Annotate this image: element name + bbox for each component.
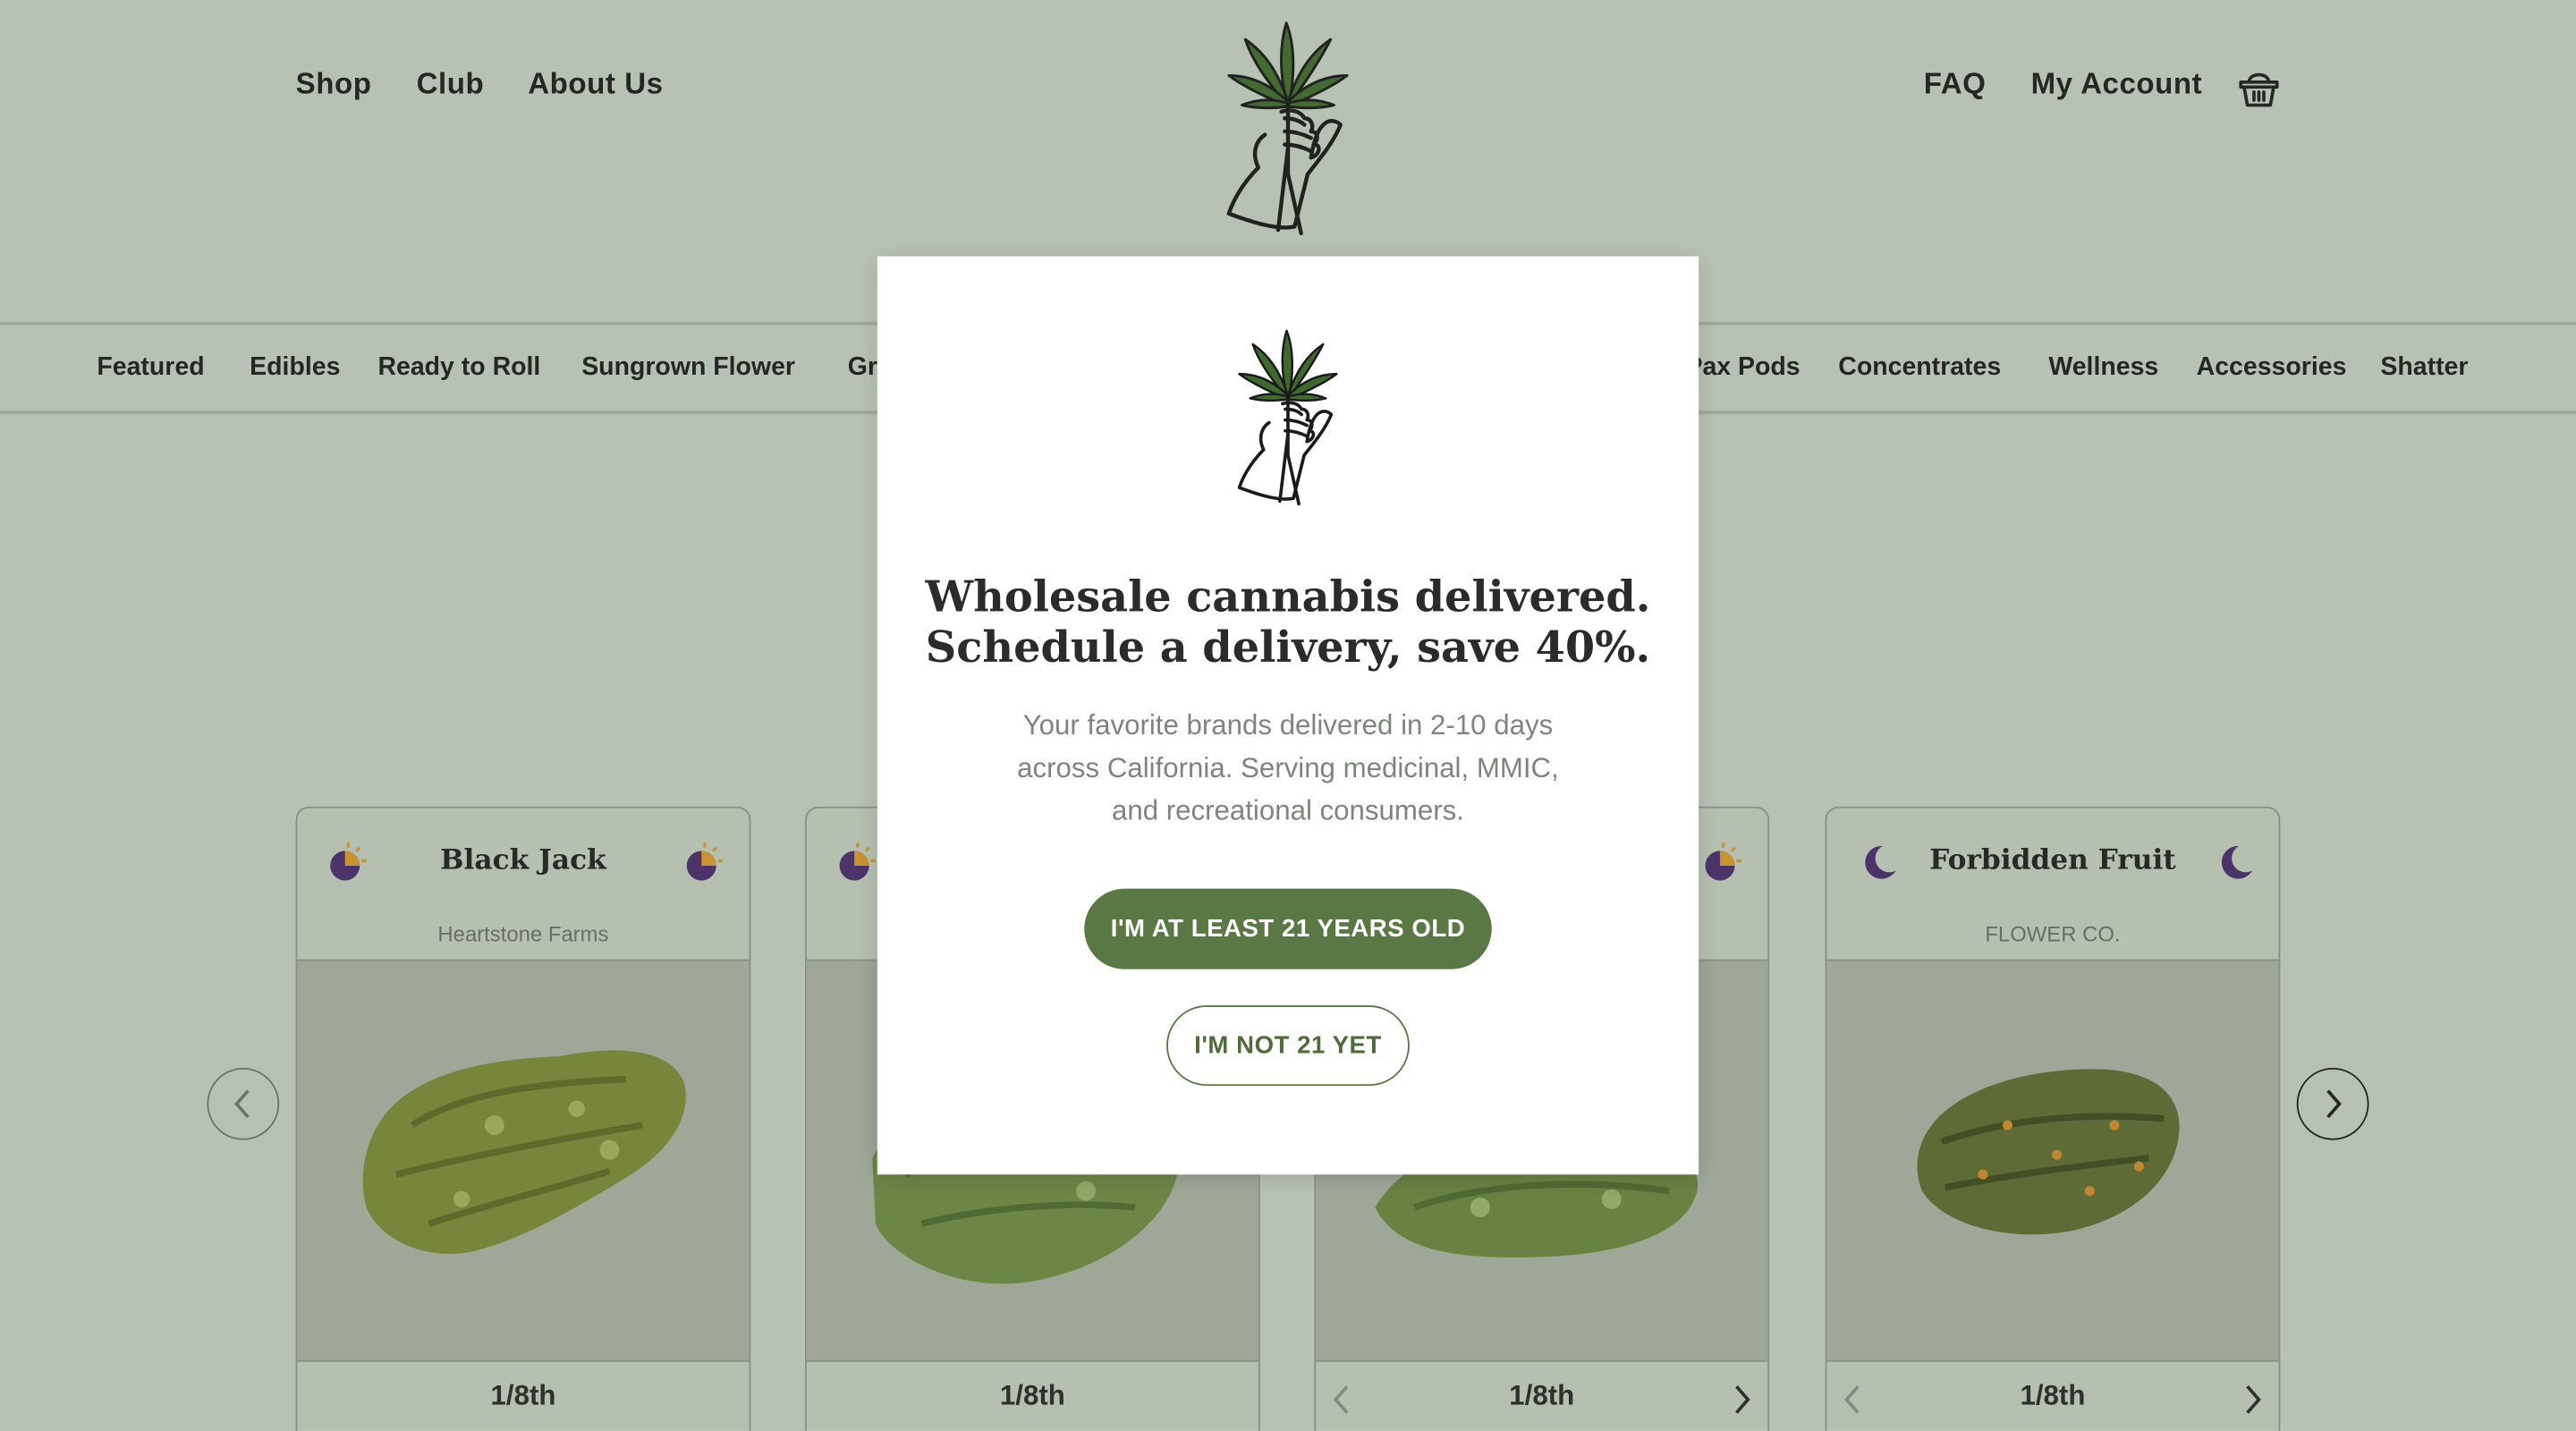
modal-subtitle-line-1: Your favorite brands delivered in 2-10 d… xyxy=(1022,709,1554,741)
modal-subtitle: Your favorite brands delivered in 2-10 d… xyxy=(960,705,1617,833)
page: Shop Club About Us FAQ My Account Featur… xyxy=(0,0,2576,1431)
modal-subtitle-line-2: across California. Serving medicinal, MM… xyxy=(1017,752,1559,784)
brand-logo xyxy=(1237,329,1338,506)
deny-age-button[interactable]: I'M NOT 21 YET xyxy=(1166,1005,1410,1087)
modal-subtitle-line-3: and recreational consumers. xyxy=(1111,794,1464,826)
age-verification-modal: Wholesale cannabis delivered. Schedule a… xyxy=(877,256,1699,1175)
confirm-age-button[interactable]: I'M AT LEAST 21 YEARS OLD xyxy=(1084,888,1492,970)
modal-title-line-2: Schedule a delivery, save 40%. xyxy=(925,623,1651,674)
modal-title: Wholesale cannabis delivered. Schedule a… xyxy=(877,573,1699,675)
modal-title-line-1: Wholesale cannabis delivered. xyxy=(925,573,1651,623)
